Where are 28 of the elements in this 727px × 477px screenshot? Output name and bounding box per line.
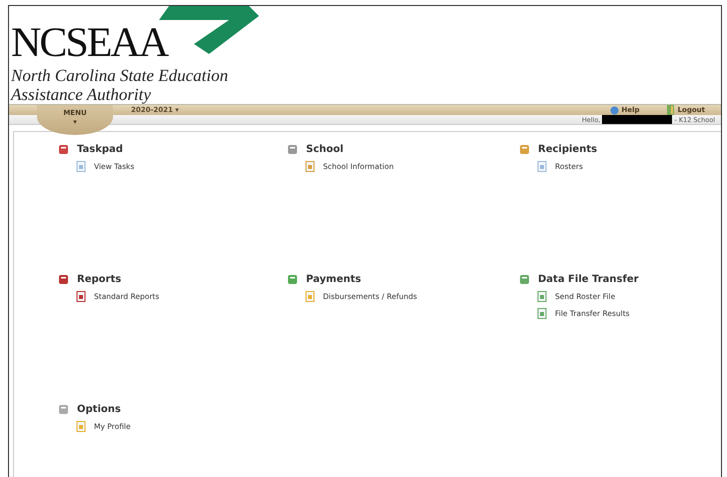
page-icon [76,291,86,302]
section-title: Payments [306,274,362,285]
help-icon [610,106,619,114]
section-icon [58,144,69,155]
logo-text: NCSEAA [11,20,168,66]
logo-subtitle: Assistance Authority [11,85,152,104]
section-title: Data File Transfer [538,274,639,285]
door-icon [666,105,675,115]
section-title: Recipients [538,144,598,155]
section-title: Taskpad [77,144,123,155]
section-icon [58,404,69,415]
page-icon [76,161,86,172]
page-icon [305,161,315,172]
section-icon [287,274,298,285]
section-icon [519,144,530,155]
page-icon [76,421,86,432]
page-icon [537,308,547,319]
section-icon [287,144,298,155]
section-title: Reports [77,274,122,285]
section-icon [519,274,530,285]
page-icon [305,291,315,302]
page-icon [537,161,547,172]
section-title: School [306,144,344,155]
section-icon [58,274,69,285]
section-title: Options [77,404,121,415]
redaction-bar [602,115,672,124]
page-icon [537,291,547,302]
logo-subtitle: North Carolina State Education [11,66,230,85]
